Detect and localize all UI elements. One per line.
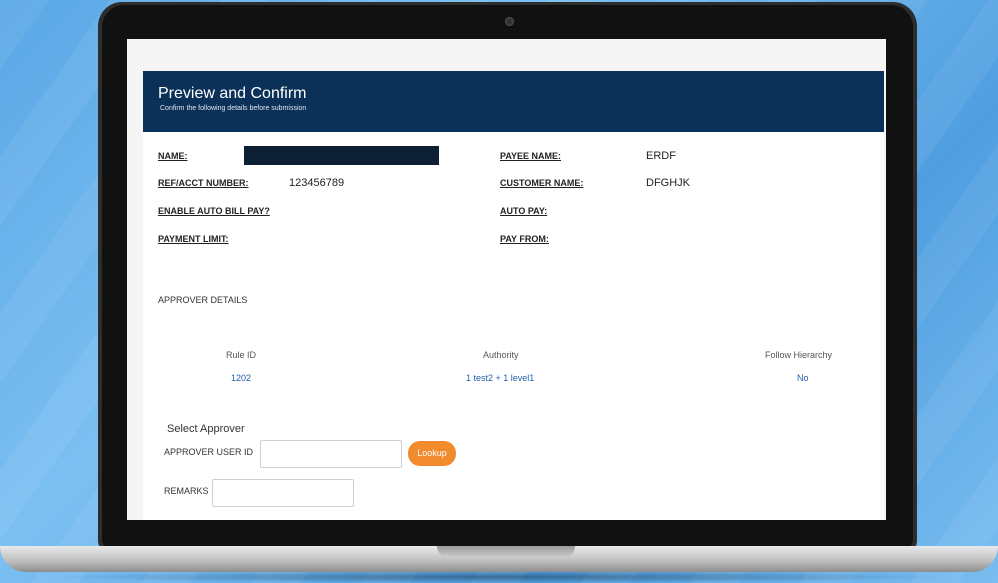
panel-header: Preview and Confirm Confirm the followin… <box>143 71 884 132</box>
auto-pay-label: AUTO PAY: <box>500 206 548 216</box>
col-follow-hierarchy: Follow Hierarchy <box>765 350 833 360</box>
approver-section-title: APPROVER DETAILS <box>158 295 248 305</box>
remarks-label: REMARKS <box>164 486 209 496</box>
select-approver-title: Select Approver <box>167 423 245 435</box>
ref-label: REF/ACCT NUMBER: <box>158 178 249 188</box>
page-title: Preview and Confirm <box>158 85 307 102</box>
laptop-notch <box>437 546 575 558</box>
auto-bill-label: ENABLE AUTO BILL PAY? <box>158 206 270 216</box>
screen: Preview and Confirm Confirm the followin… <box>127 39 886 520</box>
page-subtitle: Confirm the following details before sub… <box>160 105 307 112</box>
col-rule-id: Rule ID <box>226 350 257 360</box>
cell-rule-id: 1202 <box>231 373 252 383</box>
cell-follow-hierarchy: No <box>797 373 809 383</box>
customer-name-value: DFGHJK <box>646 177 690 189</box>
cell-authority: 1 test2 + 1 level1 <box>466 373 535 383</box>
approver-user-id-label: APPROVER USER ID <box>164 447 254 457</box>
col-authority: Authority <box>483 350 519 360</box>
preview-panel: Preview and Confirm Confirm the followin… <box>143 71 884 520</box>
customer-name-label: CUSTOMER NAME: <box>500 178 584 188</box>
laptop-shadow <box>40 571 958 583</box>
remarks-input[interactable] <box>212 479 354 507</box>
name-label: NAME: <box>158 151 188 161</box>
payee-name-value: ERDF <box>646 150 676 162</box>
lookup-button[interactable]: Lookup <box>408 441 456 466</box>
camera-icon <box>505 17 514 26</box>
ref-value: 123456789 <box>289 177 345 189</box>
approver-user-id-input[interactable] <box>260 440 402 468</box>
pay-from-label: PAY FROM: <box>500 234 549 244</box>
redacted-name-value <box>244 146 439 165</box>
payee-name-label: PAYEE NAME: <box>500 151 562 161</box>
payment-limit-label: PAYMENT LIMIT: <box>158 234 229 244</box>
